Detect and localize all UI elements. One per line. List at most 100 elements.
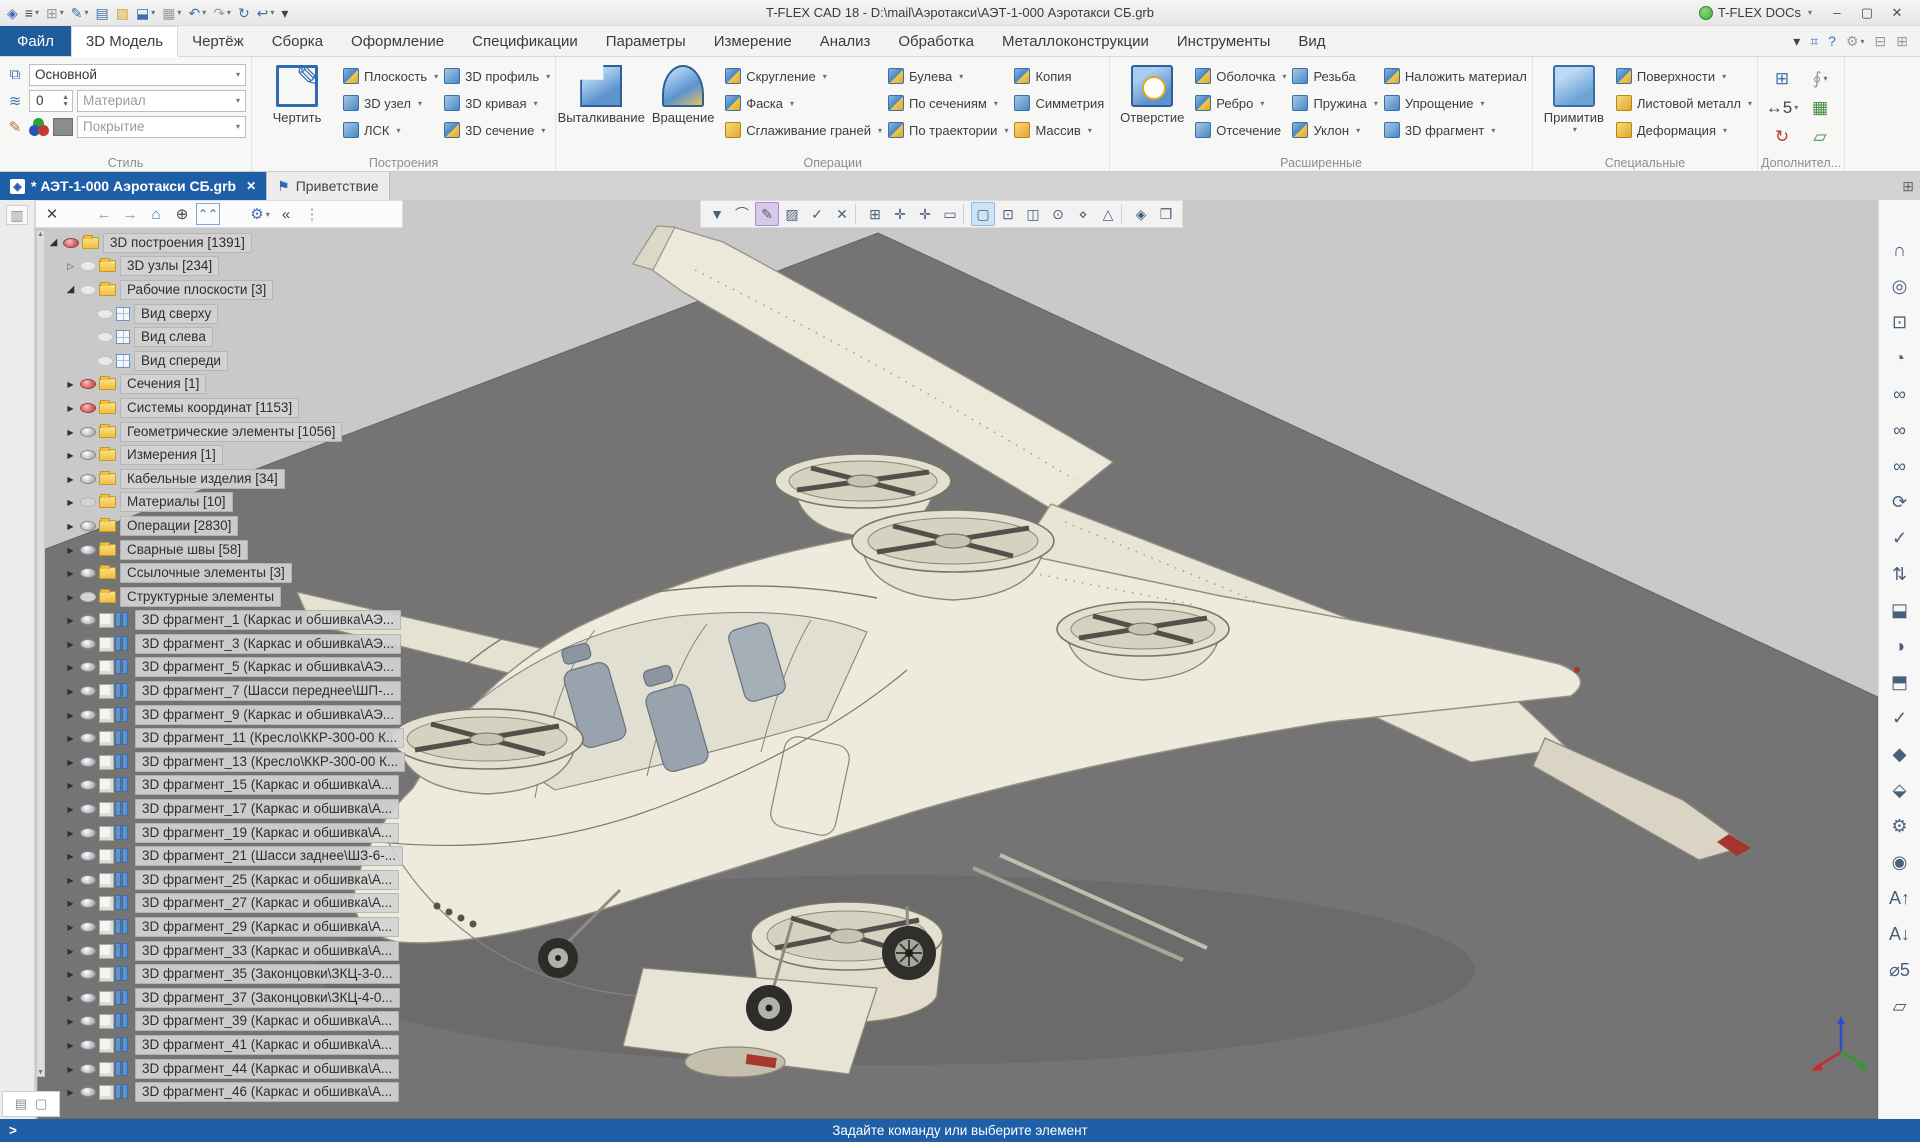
tree-item[interactable]: 3D фрагмент_29 (Каркас и обшивка\А... xyxy=(64,915,399,939)
close-button[interactable]: ✕ xyxy=(1882,2,1912,24)
tree-expand-icon[interactable] xyxy=(64,922,77,932)
visibility-eye-icon[interactable] xyxy=(80,1040,96,1050)
tree-item[interactable]: 3D фрагмент_9 (Каркас и обшивка\АЭ... xyxy=(64,703,399,727)
tree-expand-icon[interactable] xyxy=(64,780,77,790)
view-cube-icon[interactable]: ⬙ xyxy=(1883,773,1917,807)
tree-expand-icon[interactable] xyxy=(64,497,77,507)
menu-item[interactable]: Файл xyxy=(0,26,71,56)
tree-item[interactable]: 3D фрагмент_41 (Каркас и обшивка\А... xyxy=(64,1033,399,1057)
spacer[interactable] xyxy=(222,203,246,225)
separator[interactable] xyxy=(963,204,970,224)
scroll-down-icon[interactable]: ▼ xyxy=(37,1069,44,1076)
visibility-eye-icon[interactable] xyxy=(80,427,96,437)
tree-expand-icon[interactable] xyxy=(64,851,77,861)
visibility-eye-icon[interactable] xyxy=(80,497,96,507)
rotate-body-icon[interactable]: ↻ xyxy=(1763,122,1801,151)
tree-expand-icon[interactable] xyxy=(64,898,77,908)
model-tree-tab-icon[interactable]: ▥ xyxy=(6,205,28,225)
ribbon-item[interactable]: Фаска▾ xyxy=(725,92,882,114)
select-loop-icon[interactable]: ⊙ xyxy=(1046,202,1070,226)
tree-item[interactable]: 3D узлы [234] xyxy=(64,255,399,279)
color-circles-icon[interactable] xyxy=(29,118,49,136)
tree-item[interactable]: Материалы [10] xyxy=(64,491,399,515)
tree-item[interactable]: 3D фрагмент_21 (Шасси заднее\ШЗ-6-... xyxy=(64,844,399,868)
regenerate-icon[interactable]: ↻ xyxy=(235,2,253,24)
edge-chain-select-icon[interactable]: ⌒ xyxy=(730,202,754,226)
tree-item[interactable]: Операции [2830] xyxy=(64,514,399,538)
tree-expand-icon[interactable] xyxy=(64,474,77,484)
visibility-eye-icon[interactable] xyxy=(80,379,96,389)
ribbon-item[interactable]: Сглаживание граней▾ xyxy=(725,119,882,141)
tree-expand-icon[interactable] xyxy=(64,639,77,649)
ribbon-item[interactable]: Плоскость▾ xyxy=(343,65,438,87)
settings-gear-icon[interactable]: ⚙▾ xyxy=(1842,29,1869,53)
tree-expand-icon[interactable] xyxy=(64,521,77,531)
tree-expand-icon[interactable] xyxy=(64,1040,77,1050)
ribbon-item[interactable]: Ребро▾ xyxy=(1195,92,1286,114)
visibility-eye-icon[interactable] xyxy=(80,592,96,602)
close-panel-icon[interactable]: ✕ xyxy=(40,203,64,225)
screen-search-icon[interactable]: ⌗ xyxy=(1806,29,1822,53)
tree-expand-icon[interactable] xyxy=(64,1064,77,1074)
undo-icon[interactable]: ↶▾ xyxy=(185,2,209,24)
tab-list-icon[interactable]: ⊞ xyxy=(1902,178,1914,195)
visibility-eye-icon[interactable] xyxy=(80,733,96,743)
ribbon-item[interactable]: Массив▾ xyxy=(1014,119,1104,141)
visibility-eye-icon[interactable] xyxy=(80,261,96,271)
tree-expand-icon[interactable] xyxy=(64,969,77,979)
tree-item[interactable]: Вид спереди xyxy=(81,349,399,373)
select-solid-icon[interactable]: ▢ xyxy=(971,202,995,226)
secondary-layout-icon[interactable]: ⊞ xyxy=(1892,29,1912,53)
tree-settings-wrench-icon[interactable]: ⚙▾ xyxy=(248,203,272,225)
visibility-eye-icon[interactable] xyxy=(97,309,113,319)
tree-expand-icon[interactable] xyxy=(64,662,77,672)
visibility-eye-icon[interactable] xyxy=(80,403,96,413)
tree-item[interactable]: 3D фрагмент_15 (Каркас и обшивка\А... xyxy=(64,774,399,798)
tree-item[interactable]: 3D фрагмент_33 (Каркас и обшивка\А... xyxy=(64,939,399,963)
ribbon-item[interactable]: Скругление▾ xyxy=(725,65,882,87)
visibility-eye-icon[interactable] xyxy=(80,946,96,956)
tree-item[interactable]: Сварные швы [58] xyxy=(64,538,399,562)
apply-changes-icon[interactable]: ✓ xyxy=(1883,521,1917,555)
visibility-eye-icon[interactable] xyxy=(80,922,96,932)
tree-expand-icon[interactable] xyxy=(64,427,77,437)
tree-expand-icon[interactable] xyxy=(64,403,77,413)
tree-expand-icon[interactable] xyxy=(64,828,77,838)
render-mode-icon[interactable]: ◑ xyxy=(1883,629,1917,663)
tree-item[interactable]: Вид сверху xyxy=(81,302,399,326)
measure-scale-icon[interactable]: ⌀5 xyxy=(1883,953,1917,987)
ribbon-item[interactable]: Листовой металл▾ xyxy=(1616,92,1752,114)
clip-view-icon[interactable]: ⬓ xyxy=(1883,593,1917,627)
section-copy-icon[interactable]: ▱ xyxy=(1801,122,1839,151)
menu-item[interactable]: 3D Модель xyxy=(71,26,178,57)
draw-button[interactable]: Чертить xyxy=(257,60,337,155)
font-increase-icon[interactable]: A↑ xyxy=(1883,881,1917,915)
new-document-icon[interactable]: ✎▾ xyxy=(68,2,92,24)
add-view-icon[interactable]: ▱ xyxy=(1883,989,1917,1023)
ribbon-item[interactable]: Отсечение xyxy=(1195,119,1286,141)
tree-expand-icon[interactable] xyxy=(64,733,77,743)
tree-expand-icon[interactable] xyxy=(64,757,77,767)
tree-expand-icon[interactable] xyxy=(64,1087,77,1097)
menu-item[interactable]: Анализ xyxy=(806,26,885,56)
open-icon[interactable]: ▨ xyxy=(113,2,132,24)
tree-item[interactable]: Кабельные изделия [34] xyxy=(64,467,399,491)
reverse-plane-icon[interactable]: ⇅ xyxy=(1883,557,1917,591)
tflex-docs-button[interactable]: T-FLEX DOCs▾ xyxy=(1693,5,1818,20)
collapse-panel-icon[interactable]: « xyxy=(274,203,298,225)
tree-item[interactable]: Структурные элементы xyxy=(64,585,399,609)
menu-item[interactable]: Инструменты xyxy=(1163,26,1285,56)
font-decrease-icon[interactable]: A↓ xyxy=(1883,917,1917,951)
ribbon-item[interactable]: Симметрия xyxy=(1014,92,1104,114)
main-menu-icon[interactable]: ≡▾ xyxy=(22,2,42,24)
workplane-display-icon[interactable]: ◆ xyxy=(1883,737,1917,771)
ribbon-item[interactable]: 3D сечение▾ xyxy=(444,119,550,141)
visibility-eye-icon[interactable] xyxy=(80,828,96,838)
tree-expand-icon[interactable] xyxy=(64,686,77,696)
profile-3d-toggle-icon[interactable]: ▭ xyxy=(938,202,962,226)
tree-item[interactable]: 3D фрагмент_25 (Каркас и обшивка\А... xyxy=(64,868,399,892)
visibility-eye-icon[interactable] xyxy=(80,969,96,979)
visibility-eye-icon[interactable] xyxy=(80,521,96,531)
locate-element-icon[interactable]: ⊕ xyxy=(170,203,194,225)
section-box-icon[interactable]: ⬒ xyxy=(1883,665,1917,699)
